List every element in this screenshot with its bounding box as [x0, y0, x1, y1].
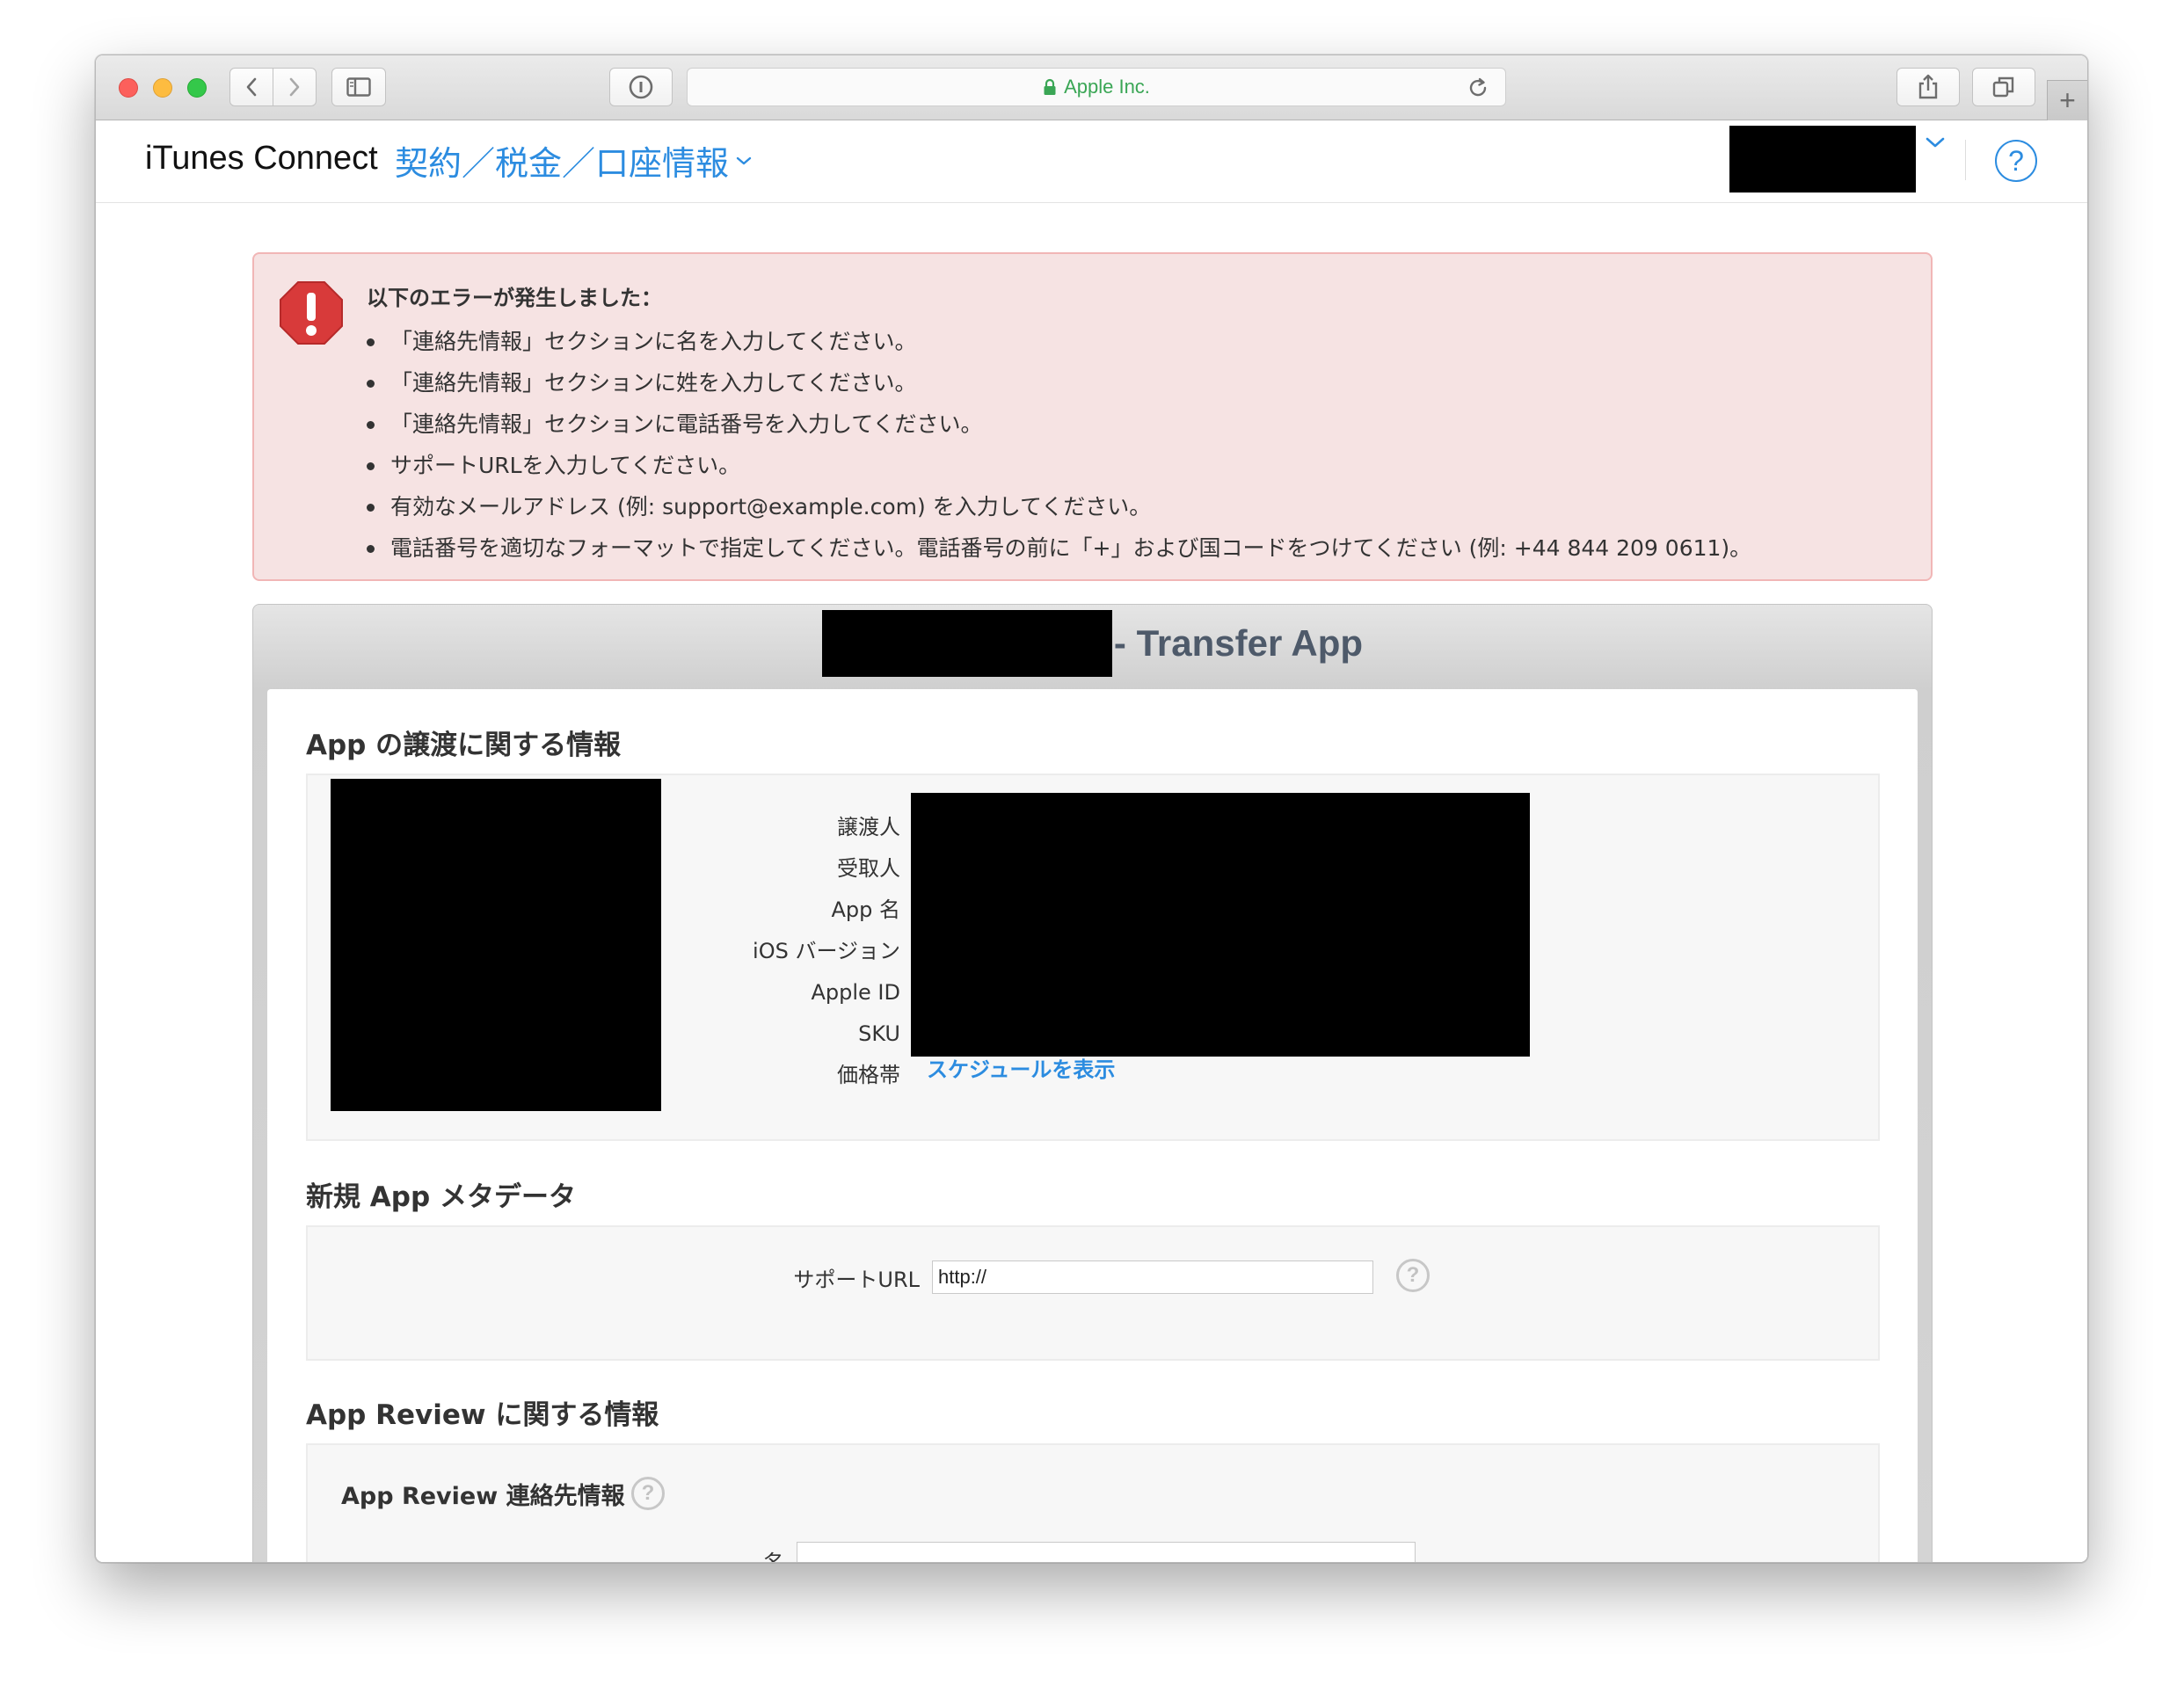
error-item: 有効なメールアドレス (例: support@example.com) を入力し…: [367, 493, 1751, 534]
chevron-right-icon: [289, 77, 300, 97]
account-chevron-down-icon[interactable]: [1925, 136, 1946, 149]
tabs-overview-button[interactable]: [1972, 68, 2035, 106]
browser-window: Apple Inc. + iTunes Connect 契約／税金／口座情報 ?: [95, 54, 2088, 1563]
info-icon: [629, 75, 653, 99]
help-button[interactable]: ?: [1995, 140, 2037, 182]
forward-button[interactable]: [273, 68, 317, 106]
app-name-redacted: [821, 610, 1112, 677]
transfer-info-labels: 譲渡人 受取人 App 名 iOS バージョン Apple ID SKU 価格帯: [677, 814, 900, 1103]
support-url-label: サポートURL: [793, 1268, 920, 1292]
question-icon: ?: [2008, 144, 2024, 177]
error-item: 電話番号を適切なフォーマットで指定してください。電話番号の前に「+」および国コー…: [367, 534, 1751, 576]
review-contact-help-icon[interactable]: ?: [631, 1477, 665, 1510]
reader-button[interactable]: [609, 68, 673, 106]
question-icon: ?: [1406, 1263, 1420, 1287]
share-icon: [1918, 74, 1938, 99]
reload-icon: [1469, 77, 1487, 97]
label-sku: SKU: [858, 1021, 900, 1046]
error-list: 「連絡先情報」セクションに名を入力してください。 「連絡先情報」セクションに姓を…: [367, 328, 1751, 576]
sidebar-button[interactable]: [331, 68, 386, 106]
review-contact-heading: App Review 連絡先情報: [341, 1483, 625, 1510]
panel-title-text: - Transfer App: [1113, 622, 1364, 664]
address-text: Apple Inc.: [1064, 76, 1150, 98]
review-box: App Review 連絡先情報 ? 名: [306, 1443, 1880, 1563]
zoom-window-button[interactable]: [187, 78, 207, 98]
page-content: 以下のエラーが発生しました： 「連絡先情報」セクションに名を入力してください。 …: [96, 203, 2087, 1563]
address-bar[interactable]: Apple Inc.: [687, 68, 1506, 106]
transfer-info-values-redacted: [911, 793, 1530, 1057]
label-apple-id: Apple ID: [811, 980, 900, 1005]
error-panel: 以下のエラーが発生しました： 「連絡先情報」セクションに名を入力してください。 …: [252, 252, 1933, 581]
label-ios-version: iOS バージョン: [753, 939, 900, 963]
minimize-window-button[interactable]: [153, 78, 172, 98]
error-item-text: 「連絡先情報」セクションに電話番号を入力してください。: [390, 411, 983, 437]
error-item-text: 有効なメールアドレス (例: support@example.com) を入力し…: [390, 494, 1152, 519]
error-alert-icon: [280, 281, 343, 345]
first-name-input[interactable]: [797, 1542, 1416, 1562]
brand-title[interactable]: iTunes Connect: [145, 140, 378, 178]
close-window-button[interactable]: [119, 78, 138, 98]
error-item: 「連絡先情報」セクションに名を入力してください。: [367, 328, 1751, 369]
lock-icon: [1044, 78, 1056, 95]
label-app-name: App 名: [831, 897, 900, 922]
error-item-text: 「連絡先情報」セクションに名を入力してください。: [390, 329, 917, 354]
error-item-text: 電話番号を適切なフォーマットで指定してください。電話番号の前に「+」および国コー…: [390, 535, 1752, 561]
section-menu-label: 契約／税金／口座情報: [395, 144, 730, 183]
label-price-tier: 価格帯: [837, 1063, 900, 1087]
reload-button[interactable]: [1467, 76, 1489, 105]
panel-title: - Transfer App: [253, 608, 1932, 679]
browser-toolbar: Apple Inc. +: [96, 55, 2087, 120]
error-item-text: サポートURLを入力してください。: [390, 453, 741, 478]
section-menu[interactable]: 契約／税金／口座情報: [395, 136, 752, 185]
metadata-heading: 新規 App メタデータ: [306, 1181, 576, 1213]
review-heading: App Review に関する情報: [306, 1399, 659, 1431]
navigation-buttons: [229, 68, 317, 106]
plus-icon: +: [2059, 84, 2076, 116]
back-button[interactable]: [229, 68, 273, 106]
label-transferor: 譲渡人: [837, 815, 900, 839]
support-url-help-icon[interactable]: ?: [1396, 1259, 1430, 1292]
question-icon: ?: [641, 1481, 655, 1505]
error-item: 「連絡先情報」セクションに電話番号を入力してください。: [367, 410, 1751, 452]
transfer-panel: - Transfer App App の譲渡に関する情報 譲渡人 受取人 App…: [252, 604, 1933, 1563]
share-button[interactable]: [1896, 68, 1960, 106]
app-icon-redacted: [331, 779, 661, 1111]
tabs-overview-icon: [1992, 76, 2014, 98]
header-divider: [1965, 140, 1966, 180]
first-name-label: 名: [763, 1551, 784, 1563]
error-item: サポートURLを入力してください。: [367, 452, 1751, 493]
sidebar-icon: [346, 77, 371, 97]
chevron-left-icon: [246, 77, 257, 97]
error-item-text: 「連絡先情報」セクションに姓を入力してください。: [390, 370, 917, 396]
chevron-down-icon: [736, 156, 752, 164]
error-item: 「連絡先情報」セクションに姓を入力してください。: [367, 369, 1751, 410]
support-url-input[interactable]: [932, 1260, 1373, 1294]
panel-body: App の譲渡に関する情報 譲渡人 受取人 App 名 iOS バージョン Ap…: [267, 689, 1918, 1563]
site-header: iTunes Connect 契約／税金／口座情報 ?: [96, 120, 2087, 203]
metadata-box: サポートURL ?: [306, 1225, 1880, 1361]
transfer-info-heading: App の譲渡に関する情報: [306, 730, 622, 761]
transfer-info-box: 譲渡人 受取人 App 名 iOS バージョン Apple ID SKU 価格帯…: [306, 774, 1880, 1141]
account-name-redacted[interactable]: [1729, 126, 1916, 193]
error-title: 以下のエラーが発生しました：: [367, 286, 662, 310]
new-tab-button[interactable]: +: [2047, 80, 2087, 120]
view-schedule-link[interactable]: スケジュールを表示: [927, 1057, 1115, 1083]
label-recipient: 受取人: [837, 856, 900, 881]
